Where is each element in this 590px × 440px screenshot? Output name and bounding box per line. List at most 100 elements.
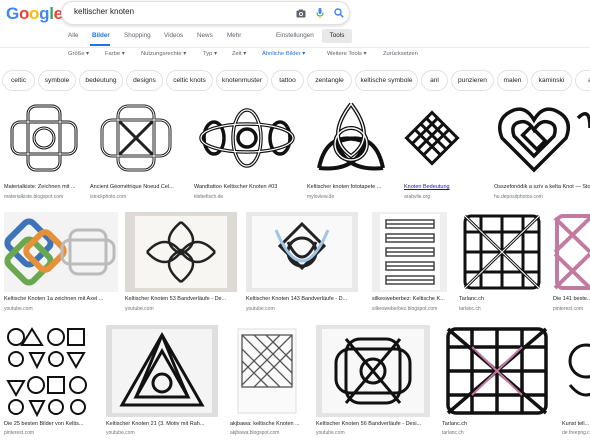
- image-caption[interactable]: Knoten Bedeutung: [404, 184, 460, 190]
- image-result[interactable]: Keltische Knoten 1a zeichnen mit Axel ..…: [4, 212, 118, 316]
- filter-similar-images[interactable]: Ähnliche Bilder ▾: [262, 51, 305, 57]
- image-source: youtube.com: [106, 430, 135, 436]
- image-caption[interactable]: Keltischer Knoten 21 (3. Motiv mit Rah..…: [106, 421, 218, 427]
- image-result[interactable]: Ancient Géométrique Noeud Cel... istockp…: [90, 98, 182, 204]
- video-thumbnail: [316, 325, 430, 417]
- filter-color[interactable]: Farbe ▾: [105, 51, 125, 57]
- tab-news[interactable]: News: [197, 32, 213, 39]
- image-caption[interactable]: Die 141 beste...: [553, 296, 590, 302]
- tab-shopping[interactable]: Shopping: [124, 32, 151, 39]
- chip-keltische-symbole[interactable]: keltische symbole: [355, 70, 418, 91]
- filter-type[interactable]: Typ ▾: [203, 51, 217, 57]
- filter-more-tools[interactable]: Weitere Tools ▾: [327, 51, 366, 57]
- search-icon[interactable]: [332, 6, 346, 20]
- microphone-icon[interactable]: [313, 6, 327, 20]
- image-result[interactable]: Knoten Bedeutung arabvile.org: [404, 98, 460, 204]
- image-result[interactable]: Wandtattoo Keltischer Knoten #03 klebefi…: [194, 98, 300, 204]
- video-thumbnail: [125, 212, 237, 292]
- image-result[interactable]: Tarlanc.ch tarlanc.ch: [442, 325, 552, 437]
- filter-time[interactable]: Zeit ▾: [232, 51, 246, 57]
- chip-bedeutung[interactable]: bedeutung: [79, 70, 123, 91]
- chip-knotenmuster[interactable]: knotenmuster: [216, 70, 268, 91]
- image-caption[interactable]: Keltischer Knoten 143 Bandverläufe - D..…: [246, 296, 358, 302]
- camera-icon[interactable]: [294, 6, 308, 20]
- filter-reset[interactable]: Zurücksetzen: [383, 51, 418, 57]
- chip-punzieren[interactable]: punzieren: [451, 70, 494, 91]
- image-caption[interactable]: Ancient Géométrique Noeud Cel...: [90, 184, 182, 190]
- logo-letter: G: [6, 4, 19, 23]
- heart-knot-thumbnail: [494, 98, 590, 179]
- image-result[interactable]: Keltischer Knoten 56 Bandverläufe - Desi…: [316, 325, 430, 437]
- video-thumbnail: [106, 325, 218, 417]
- image-source: akjbawa.blogspot.com: [230, 430, 280, 436]
- chip-designs[interactable]: designs: [126, 70, 163, 91]
- image-caption[interactable]: Materialkiste: Zeichnen mit ...: [4, 184, 84, 190]
- image-result[interactable]: Die 141 beste... pinterest.com: [553, 212, 590, 316]
- google-logo[interactable]: Google: [6, 4, 63, 24]
- image-result[interactable]: Összefonódik a szív a kelta Knot — Stock…: [494, 98, 590, 204]
- tab-images[interactable]: Bilder: [92, 32, 110, 39]
- image-source: klebefisch.de: [194, 194, 224, 200]
- tab-videos[interactable]: Videos: [164, 32, 183, 39]
- image-result[interactable]: Keltischer Knoten 53 Bandverläufe - De..…: [125, 212, 237, 316]
- related-search-chips: celtic symbole bedeutung designs celtic …: [0, 70, 590, 92]
- filter-usage-rights[interactable]: Nutzungsrechte ▾: [141, 51, 186, 57]
- image-caption[interactable]: Tarlanc.ch: [459, 296, 545, 302]
- header-divider: [0, 47, 590, 48]
- image-caption[interactable]: Összefonódik a szív a kelta Knot — Stock…: [494, 184, 590, 190]
- knot-thumbnail: [562, 325, 590, 417]
- chip-zentangle[interactable]: zentangle: [307, 70, 352, 91]
- image-result[interactable]: Keltischer Knoten 143 Bandverläufe - D..…: [246, 212, 358, 316]
- image-source: pinterest.com: [553, 306, 584, 312]
- image-result[interactable]: Die 25 besten Bilder von Keltis... pinte…: [4, 325, 96, 437]
- image-source: youtube.com: [246, 306, 275, 312]
- image-caption[interactable]: silkesweberbez: Keltische K...: [372, 296, 447, 302]
- knot-thumbnail: [307, 98, 395, 179]
- image-caption[interactable]: Die 25 besten Bilder von Keltis...: [4, 421, 96, 427]
- chip-celtic[interactable]: celtic: [2, 70, 35, 91]
- image-source: istockphoto.com: [90, 194, 127, 200]
- image-caption[interactable]: akjbawa: keltische Knoten ...: [230, 421, 304, 427]
- chip-symbole[interactable]: symbole: [38, 70, 76, 91]
- image-caption[interactable]: Keltische Knoten 1a zeichnen mit Axel ..…: [4, 296, 118, 302]
- image-source: silkesweberbez.blogspot.com: [372, 306, 438, 312]
- filter-size[interactable]: Größe ▾: [68, 51, 89, 57]
- image-caption[interactable]: Keltischer Knoten 53 Bandverläufe - De..…: [125, 296, 237, 302]
- knot-pattern-thumbnail: [442, 325, 552, 417]
- image-caption[interactable]: Keltischer Knoten 56 Bandverläufe - Desi…: [316, 421, 430, 427]
- video-thumbnail: [246, 212, 358, 292]
- chip-celtic-knots[interactable]: celtic knots: [166, 70, 213, 91]
- tab-all[interactable]: Alle: [68, 32, 79, 39]
- image-result[interactable]: akjbawa: keltische Knoten ... akjbawa.bl…: [230, 325, 304, 437]
- image-source: arabvile.org: [404, 194, 431, 200]
- image-caption[interactable]: Wandtattoo Keltischer Knoten #03: [194, 184, 300, 190]
- video-thumbnail: [4, 212, 118, 292]
- image-result[interactable]: silkesweberbez: Keltische K... silkesweb…: [372, 212, 447, 316]
- chip-tattoo[interactable]: tattoo: [271, 70, 304, 91]
- image-caption[interactable]: Tarlanc.ch: [442, 421, 552, 427]
- chip-malen[interactable]: malen: [497, 70, 528, 91]
- image-result[interactable]: Kunst tell... de.freepng.com: [562, 325, 590, 437]
- image-result[interactable]: Keltischer Knoten 21 (3. Motiv mit Rah..…: [106, 325, 218, 437]
- image-source: youtube.com: [125, 306, 154, 312]
- image-caption[interactable]: Kunst tell...: [562, 421, 590, 427]
- image-source: hu.depositphotos.com: [494, 194, 543, 200]
- image-result[interactable]: Materialkiste: Zeichnen mit ... material…: [4, 98, 84, 204]
- filter-bar: Größe ▾ Farbe ▾ Nutzungsrechte ▾ Typ ▾ Z…: [0, 50, 590, 62]
- image-source: youtube.com: [316, 430, 345, 436]
- search-box[interactable]: keltischer knoten: [61, 1, 350, 25]
- image-caption[interactable]: Keltischer knoten fototapete ...: [307, 184, 395, 190]
- chip-anl[interactable]: anl: [421, 70, 448, 91]
- search-input[interactable]: keltischer knoten: [74, 7, 134, 16]
- image-source: youtube.com: [4, 306, 33, 312]
- image-result[interactable]: Keltischer knoten fototapete ... mylovie…: [307, 98, 395, 204]
- settings-link[interactable]: Einstellungen: [276, 32, 314, 39]
- knot-thumbnail: [4, 98, 84, 179]
- chip-kaminski[interactable]: kaminski: [531, 70, 572, 91]
- tab-more[interactable]: Mehr: [227, 32, 241, 39]
- chip-a[interactable]: a: [575, 70, 590, 91]
- image-result[interactable]: Tarlanc.ch tarlanc.ch: [459, 212, 545, 316]
- knot-sheet-thumbnail: [372, 212, 447, 292]
- knot-grid-thumbnail: [230, 325, 304, 417]
- tools-button[interactable]: Tools: [322, 29, 352, 43]
